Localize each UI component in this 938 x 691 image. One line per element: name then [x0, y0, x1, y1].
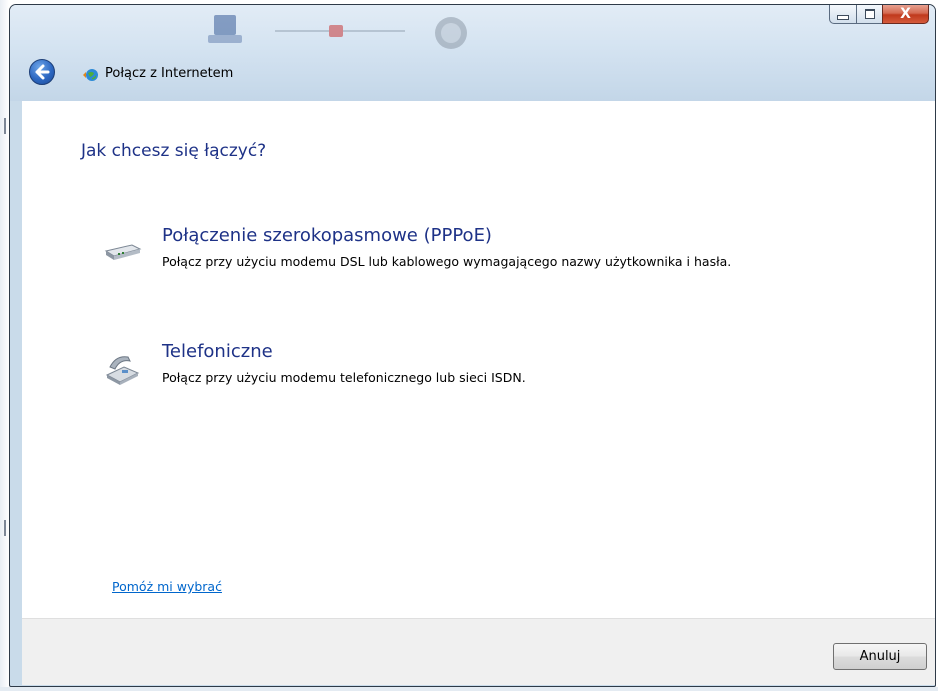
- page-heading: Jak chcesz się łączyć?: [81, 141, 267, 161]
- window-title: Połącz z Internetem: [105, 66, 234, 81]
- desktop-edge-mark: [4, 118, 6, 134]
- close-icon: X: [900, 6, 911, 22]
- background-desktop-strip: [0, 687, 938, 691]
- broadband-modem-icon: [104, 244, 142, 260]
- maximize-icon: [864, 9, 875, 19]
- network-globe-icon: [83, 69, 98, 81]
- help-me-choose-link[interactable]: Pomóż mi wybrać: [112, 579, 222, 594]
- ghost-connection-line-icon: [275, 25, 405, 37]
- maximize-button[interactable]: [856, 5, 882, 24]
- minimize-button[interactable]: [829, 5, 856, 24]
- ghost-computer-icon: [208, 15, 242, 43]
- dial-up-phone-icon: [105, 356, 140, 385]
- ghost-globe-icon: [435, 17, 467, 49]
- desktop-edge-mark: [4, 520, 6, 536]
- back-button[interactable]: [29, 59, 55, 85]
- close-button[interactable]: X: [882, 5, 929, 24]
- window-controls: X: [829, 5, 929, 24]
- option-title: Połączenie szerokopasmowe (PPPoE): [162, 225, 492, 246]
- minimize-icon: [837, 14, 849, 20]
- back-arrow-icon: [35, 64, 50, 80]
- wizard-footer: Anuluj: [22, 618, 935, 685]
- connect-to-internet-window: X Połącz z Internetem Jak chcesz się łąc…: [9, 4, 936, 687]
- background-desktop-strip: [0, 0, 9, 691]
- title-bar-glass: X Połącz z Internetem: [10, 5, 935, 101]
- cancel-button[interactable]: Anuluj: [833, 643, 927, 670]
- option-description: Połącz przy użyciu modemu DSL lub kablow…: [162, 254, 732, 269]
- wizard-content: Jak chcesz się łączyć? Połączenie szerok…: [22, 101, 935, 618]
- option-title: Telefoniczne: [162, 341, 273, 362]
- option-description: Połącz przy użyciu modemu telefonicznego…: [162, 370, 526, 385]
